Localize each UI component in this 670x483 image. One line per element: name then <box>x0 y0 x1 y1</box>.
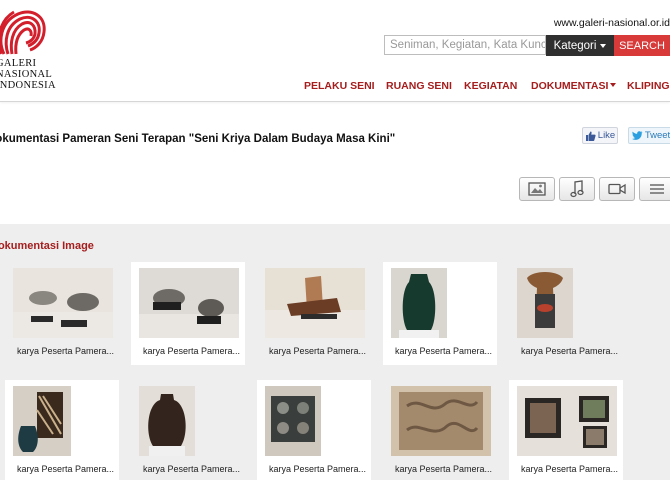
gallery-item[interactable]: karya Peserta Pamera... <box>5 262 119 365</box>
artwork-thumbnail[interactable] <box>13 386 71 456</box>
image-icon <box>528 182 546 196</box>
nav-item-dokumentasi[interactable]: DOKUMENTASI <box>531 80 617 92</box>
artwork-photo <box>13 386 71 456</box>
artwork-thumbnail[interactable] <box>517 386 617 456</box>
gallery-item-caption[interactable]: karya Peserta Pamera... <box>143 346 240 356</box>
tweet-button[interactable]: Tweet <box>628 127 670 144</box>
caret-down-icon <box>600 43 607 48</box>
gallery-item[interactable]: karya Peserta Pamera... <box>383 380 497 483</box>
gallery-item[interactable]: karya Peserta Pamera... <box>383 262 497 365</box>
nav-item-dokumentasi-label: DOKUMENTASI <box>531 80 609 92</box>
gallery-item-caption[interactable]: karya Peserta Pamera... <box>395 346 492 356</box>
artwork-photo <box>517 386 617 456</box>
gallery-item[interactable]: karya Peserta Pamera... <box>509 262 623 365</box>
thumbs-up-icon <box>585 131 596 141</box>
artwork-thumbnail[interactable] <box>139 268 239 338</box>
artwork-thumbnail[interactable] <box>517 268 573 338</box>
search-input[interactable] <box>384 35 546 55</box>
logo-line-2: NASIONAL <box>0 69 53 80</box>
logo-line-1: GALERI <box>0 58 37 69</box>
gallery-item-caption[interactable]: karya Peserta Pamera... <box>17 464 114 474</box>
list-icon <box>650 184 664 194</box>
media-tab-list[interactable] <box>639 177 670 201</box>
page-title: Dokumentasi Pameran Seni Terapan "Seni K… <box>0 133 396 145</box>
video-icon <box>608 183 626 195</box>
artwork-photo <box>139 386 195 456</box>
artwork-photo <box>517 268 573 338</box>
logo-mark-icon <box>0 10 46 55</box>
gallery-item[interactable]: karya Peserta Pamera... <box>257 380 371 483</box>
gallery-item-caption[interactable]: karya Peserta Pamera... <box>17 346 114 356</box>
caret-down-icon <box>610 83 617 87</box>
artwork-photo <box>139 268 239 338</box>
site-url[interactable]: www.galeri-nasional.or.id <box>554 17 670 29</box>
nav-item-kegiatan[interactable]: KEGIATAN <box>464 80 517 92</box>
site-logo[interactable]: GALERI NASIONAL INDONESIA <box>0 8 56 96</box>
gallery-item[interactable]: karya Peserta Pamera... <box>257 262 371 365</box>
nav-item-pelaku-seni[interactable]: PELAKU SENI <box>304 80 375 92</box>
site-header: GALERI NASIONAL INDONESIA www.galeri-nas… <box>0 0 670 102</box>
category-label: Kategori <box>553 39 597 52</box>
artwork-photo <box>13 268 113 338</box>
artwork-photo <box>391 386 491 456</box>
like-label: Like <box>597 130 616 141</box>
artwork-thumbnail[interactable] <box>265 268 365 338</box>
gallery-item[interactable]: karya Peserta Pamera... <box>131 262 245 365</box>
twitter-bird-icon <box>631 131 643 140</box>
nav-item-ruang-seni[interactable]: RUANG SENI <box>386 80 452 92</box>
artwork-photo <box>265 268 365 338</box>
search-button[interactable]: SEARCH <box>614 35 670 56</box>
media-tab-image[interactable] <box>519 177 555 201</box>
tweet-label: Tweet <box>644 130 670 141</box>
gallery-item-caption[interactable]: karya Peserta Pamera... <box>395 464 492 474</box>
artwork-photo <box>265 386 321 456</box>
gallery-item-caption[interactable]: karya Peserta Pamera... <box>269 464 366 474</box>
gallery-item-caption[interactable]: karya Peserta Pamera... <box>143 464 240 474</box>
artwork-thumbnail[interactable] <box>13 268 113 338</box>
gallery-item-caption[interactable]: karya Peserta Pamera... <box>521 464 618 474</box>
music-icon <box>570 180 584 198</box>
logo-text: GALERI NASIONAL INDONESIA <box>0 58 56 91</box>
gallery-heading: Dokumentasi Image <box>0 240 94 252</box>
artwork-thumbnail[interactable] <box>391 386 491 456</box>
gallery-item[interactable]: karya Peserta Pamera... <box>5 380 119 483</box>
nav-item-kliping[interactable]: KLIPING <box>627 80 670 92</box>
gallery-item[interactable]: karya Peserta Pamera... <box>131 380 245 483</box>
facebook-like-button[interactable]: Like <box>582 127 618 144</box>
logo-line-3: INDONESIA <box>0 80 56 91</box>
artwork-photo <box>391 268 447 338</box>
gallery-item-caption[interactable]: karya Peserta Pamera... <box>269 346 366 356</box>
gallery-item-caption[interactable]: karya Peserta Pamera... <box>521 346 618 356</box>
category-dropdown[interactable]: Kategori <box>546 35 614 56</box>
media-tab-video[interactable] <box>599 177 635 201</box>
artwork-thumbnail[interactable] <box>139 386 195 456</box>
media-tab-audio[interactable] <box>559 177 595 201</box>
gallery-item[interactable]: karya Peserta Pamera... <box>509 380 623 483</box>
artwork-thumbnail[interactable] <box>391 268 447 338</box>
artwork-thumbnail[interactable] <box>265 386 321 456</box>
